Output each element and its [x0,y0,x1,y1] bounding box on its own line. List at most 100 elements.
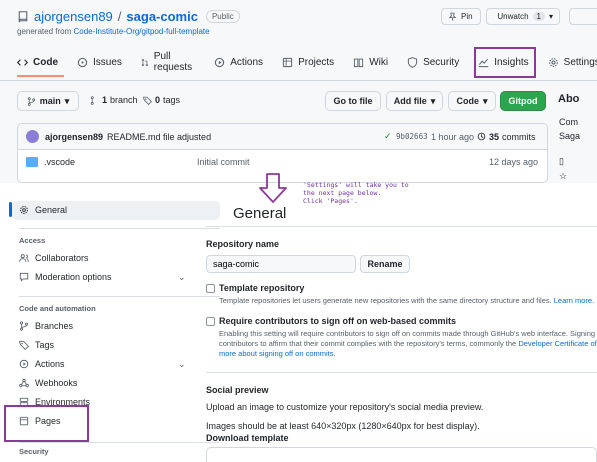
code-button[interactable]: Code ▾ [448,91,496,111]
play-icon [215,57,225,67]
section-divider [206,372,597,373]
sidebar-item-label: Collaborators [35,253,89,263]
tab-wiki[interactable]: Wiki [353,50,388,74]
tab-issues-label: Issues [93,56,122,68]
tags-link[interactable]: 0 tags [143,95,180,105]
tabs-divider [0,80,597,81]
avatar[interactable] [26,130,39,143]
file-commit-message[interactable]: Initial commit [197,157,250,167]
branch-icon [19,321,29,331]
signoff-label: Require contributors to sign off on web-… [219,316,457,326]
pages-highlight-box [4,405,89,442]
commit-hash[interactable]: 9b02663 [396,132,428,141]
annotation-note: 'Settings' will take you to the next pag… [303,181,409,205]
tab-issues[interactable]: Issues [77,50,122,74]
add-file-label: Add file [393,96,427,106]
commit-author[interactable]: ajorgensen89 [45,132,103,142]
template-repository-checkbox[interactable] [206,284,215,293]
download-template-link[interactable]: Download template [206,433,289,443]
generated-from: generated from Code-Institute-Org/gitpod… [17,27,210,36]
branch-icon [27,96,35,106]
chevron-down-icon[interactable]: ⌄ [178,272,186,283]
pin-label: Pin [461,12,473,21]
active-tab-indicator [17,75,64,77]
repo-name-link[interactable]: saga-comic [126,9,198,24]
template-source-link[interactable]: Code-Institute-Org/gitpod-full-template [74,27,210,36]
down-arrow-annotation [259,173,287,203]
chevron-down-icon: ▾ [548,12,553,21]
branch-select-button[interactable]: main ▾ [17,91,79,111]
latest-commit-bar: ajorgensen89 README.md file adjusted ✓ 9… [18,124,547,150]
tab-code[interactable]: Code [17,50,58,74]
tab-projects[interactable]: Projects [282,50,334,74]
about-text-2: Saga [559,131,581,141]
sidebar-divider [19,442,220,443]
dco-link[interactable]: Developer Certificate of [518,339,596,348]
social-preview-heading: Social preview [206,385,269,395]
sidebar-heading-access: Access [19,236,46,245]
sidebar-item-webhooks[interactable]: Webhooks [19,378,77,388]
branches-label: branch [110,95,138,105]
repo-owner-link[interactable]: ajorgensen89 [34,9,113,24]
check-icon: ✓ [384,131,392,141]
sidebar-item-label: Branches [35,321,74,331]
sidebar-item-label: Webhooks [35,378,78,388]
repo-separator: / [117,9,122,24]
chevron-down-icon: ▾ [430,95,436,106]
gitpod-button[interactable]: Gitpod [500,91,546,111]
commits-link[interactable]: 35 commits [477,132,536,142]
fork-button[interactable] [569,8,597,25]
template-repository-label: Template repository [219,283,305,293]
people-icon [19,254,29,262]
repo-title: ajorgensen89 / saga-comic Public [17,9,240,24]
file-name[interactable]: .vscode [44,157,75,167]
sidebar-heading-security: Security [19,447,49,456]
visibility-badge: Public [205,10,240,23]
social-preview-box[interactable] [206,447,597,462]
tab-projects-label: Projects [298,56,335,68]
file-row[interactable]: .vscode Initial commit 12 days ago [18,150,547,174]
unwatch-button[interactable]: Unwatch 1 ▾ [486,8,560,25]
branch-name: main [39,96,61,106]
tab-security[interactable]: Security [407,50,459,74]
commit-time: 1 hour ago [431,131,475,142]
signoff-learn-more-link[interactable]: more about signing off on commits. [219,349,336,358]
branch-icon [90,95,94,105]
file-time: 12 days ago [489,157,539,167]
add-file-button[interactable]: Add file ▾ [386,91,443,111]
signoff-desc-1: Enabling this setting will require contr… [219,329,597,338]
code-icon [17,58,28,66]
image-size-hint: Images should be at least 640×320px (128… [206,421,480,431]
tab-settings[interactable]: Settings [548,50,597,74]
social-preview-desc: Upload an image to customize your reposi… [206,402,484,412]
tab-pull-requests[interactable]: Pull requests [141,50,195,74]
sidebar-item-moderation[interactable]: Moderation options [19,272,112,282]
tab-wiki-label: Wiki [369,56,389,68]
webhook-icon [19,378,29,388]
pull-request-icon [141,58,149,66]
commits-label: commits [502,131,536,142]
learn-more-link[interactable]: Learn more. [554,296,594,305]
chevron-down-icon: ▾ [64,95,70,106]
signoff-desc-3: more about signing off on commits. [219,349,336,359]
go-to-file-button[interactable]: Go to file [325,91,381,111]
signoff-checkbox[interactable] [206,317,215,326]
commit-message[interactable]: README.md file adjusted [107,132,211,142]
sidebar-divider [19,228,220,229]
sidebar-item-tags[interactable]: Tags [19,340,54,350]
gear-icon [20,206,28,214]
tab-actions[interactable]: Actions [214,50,263,74]
tab-actions-label: Actions [230,56,264,68]
unwatch-label: Unwatch [497,12,529,21]
pin-icon [448,12,457,21]
chevron-down-icon[interactable]: ⌄ [178,359,186,370]
branches-link[interactable]: 1 branch [90,95,138,105]
pin-button[interactable]: Pin [441,8,481,25]
sidebar-item-actions[interactable]: Actions [19,359,65,369]
sidebar-active-indicator [9,202,12,217]
sidebar-item-collaborators[interactable]: Collaborators [19,253,89,263]
sidebar-item-branches[interactable]: Branches [19,321,73,331]
repo-name-input[interactable] [206,255,356,273]
sidebar-item-general[interactable]: General [19,205,67,215]
rename-button[interactable]: Rename [360,255,410,273]
